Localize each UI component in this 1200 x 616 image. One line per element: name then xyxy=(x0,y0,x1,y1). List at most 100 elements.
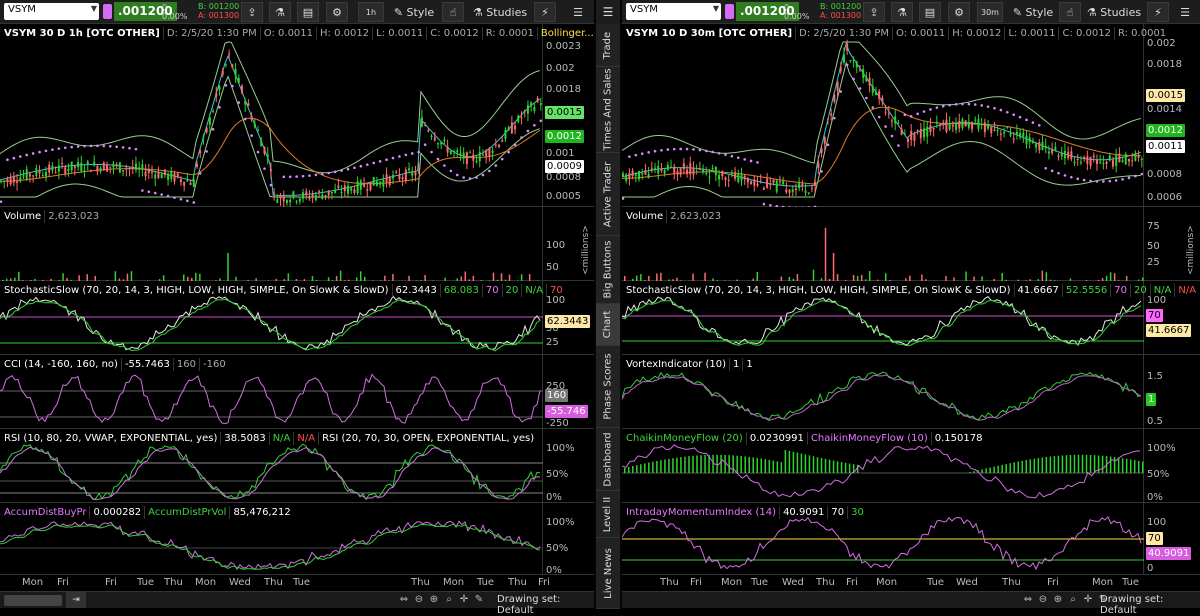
style-button[interactable]: ✎ Style xyxy=(392,2,436,22)
drawing-set-selector[interactable]: Drawing set: Default xyxy=(497,594,594,616)
flask-icon[interactable]: ⚗ xyxy=(891,2,913,22)
time-axis[interactable]: Mon Fri Fri Tue Thu Mon Wed Thu Tue Thu … xyxy=(0,576,543,590)
price-pane[interactable]: VSYM 10 D 30m [OTC OTHER] D: 2/5/20 1:30… xyxy=(622,24,1200,207)
rsi-plot-area[interactable]: RSI (10, 80, 20, VWAP, EXPONENTIAL, yes)… xyxy=(0,429,543,502)
link-color-icon[interactable] xyxy=(725,4,734,19)
timeframe-button[interactable]: 1h xyxy=(358,2,384,22)
volume-pane[interactable]: Volume 2,623,023 100 50 <millions> xyxy=(0,207,594,281)
price-axis[interactable]: 0.0023 0.002 0.0018 0.0015 0.0012 0.001 … xyxy=(543,24,594,207)
crosshair-icon[interactable]: ✛ xyxy=(458,594,470,605)
tabs-menu-icon[interactable]: ☰ xyxy=(596,0,620,24)
tab-big-buttons[interactable]: Big Buttons xyxy=(596,236,620,304)
menu-icon[interactable]: ☰ xyxy=(568,2,588,22)
sar-dot xyxy=(718,152,721,155)
drawing-icon[interactable]: ☝ xyxy=(442,2,464,22)
candle-body xyxy=(1096,160,1098,164)
scroll-end-icon[interactable]: ⇥ xyxy=(66,592,86,608)
tab-chart[interactable]: Chart xyxy=(596,304,620,346)
magnifier-icon[interactable]: ⌕ xyxy=(1067,594,1079,605)
volume-pane[interactable]: Volume 2,623,023 75 50 25 <millions> xyxy=(622,207,1200,281)
zoom-out-icon[interactable]: ⊖ xyxy=(413,594,425,605)
tab-phase-scores[interactable]: Phase Scores xyxy=(596,346,620,428)
stochastic-pane[interactable]: StochasticSlow (70, 20, 14, 3, HIGH, LOW… xyxy=(622,281,1200,355)
cmf-plot-area[interactable]: ChaikinMoneyFlow (20) 0.0230991 ChaikinM… xyxy=(622,429,1144,502)
tab-live-news[interactable]: Live News xyxy=(596,538,620,609)
symbol-selector[interactable]: VSYM▼ xyxy=(4,3,99,20)
wand-icon[interactable]: ⚡ xyxy=(534,2,556,22)
symbol-selector[interactable]: VSYM▼ xyxy=(626,3,721,20)
cmf-bar xyxy=(1070,455,1072,473)
notes-icon[interactable]: ▤ xyxy=(297,2,319,22)
expand-icon[interactable]: ⇔ xyxy=(1022,594,1034,605)
imi-plot-area[interactable]: IntradayMomentumIndex (14) 40.9091 70 30 xyxy=(622,503,1144,574)
drawing-icon[interactable]: ✎ xyxy=(473,594,485,605)
tab-times-and-sales[interactable]: Times And Sales xyxy=(596,67,620,153)
candle-body xyxy=(492,151,494,153)
imi-pane[interactable]: IntradayMomentumIndex (14) 40.9091 70 30… xyxy=(622,503,1200,575)
rsi-pane[interactable]: RSI (10, 80, 20, VWAP, EXPONENTIAL, yes)… xyxy=(0,429,594,503)
zoom-in-icon[interactable]: ⊕ xyxy=(428,594,440,605)
studies-button[interactable]: ⚗ Studies xyxy=(472,2,528,22)
candle-body xyxy=(235,69,237,76)
tab-active-trader[interactable]: Active Trader xyxy=(596,153,620,236)
price-pane[interactable]: VSYM 30 D 1h [OTC OTHER] D: 2/5/20 1:30 … xyxy=(0,24,594,207)
link-color-icon[interactable] xyxy=(103,4,112,19)
notes-icon[interactable]: ▤ xyxy=(919,2,941,22)
cmf-pane[interactable]: ChaikinMoneyFlow (20) 0.0230991 ChaikinM… xyxy=(622,429,1200,503)
cmf-bar xyxy=(1001,465,1003,473)
candle-body xyxy=(132,167,134,169)
studies-label: Studies xyxy=(1100,6,1141,19)
accumdist-pane[interactable]: AccumDistBuyPr 0.000282 AccumDistPrVol 8… xyxy=(0,503,594,575)
drawing-set-selector[interactable]: Drawing set: Default xyxy=(1100,594,1200,616)
expand-icon[interactable]: ⇔ xyxy=(398,594,410,605)
cci-pane[interactable]: CCI (14, -160, 160, no) -55.7463 160 -16… xyxy=(0,355,594,429)
scrollbar[interactable] xyxy=(4,595,62,606)
price-axis[interactable]: 0.002 0.0018 0.0015 0.0014 0.0012 0.0011… xyxy=(1144,24,1200,207)
zoom-in-icon[interactable]: ⊕ xyxy=(1052,594,1064,605)
last-price-tag: 0.0012 xyxy=(545,130,584,143)
candle-body xyxy=(1138,155,1140,157)
candle-body xyxy=(459,153,461,155)
timeframe-button[interactable]: 30m xyxy=(977,2,1003,22)
cci-plot-area[interactable]: CCI (14, -160, 160, no) -55.7463 160 -16… xyxy=(0,355,543,428)
stochastic-pane[interactable]: StochasticSlow (70, 20, 14, 3, HIGH, LOW… xyxy=(0,281,594,355)
wand-icon[interactable]: ⚡ xyxy=(1147,2,1169,22)
vortex-pane[interactable]: VortexIndicator (10) 1 1 1.5 1 0.5 xyxy=(622,355,1200,429)
candle-body xyxy=(942,122,944,123)
sar-dot xyxy=(443,164,446,167)
stochastic-plot-area[interactable]: StochasticSlow (70, 20, 14, 3, HIGH, LOW… xyxy=(622,281,1144,354)
volume-bar xyxy=(115,271,117,281)
tab-dashboard[interactable]: Dashboard xyxy=(596,428,620,491)
vortex-plot-area[interactable]: VortexIndicator (10) 1 1 xyxy=(622,355,1144,428)
price-plot-area[interactable]: VSYM 30 D 1h [OTC OTHER] D: 2/5/20 1:30 … xyxy=(0,24,543,206)
candle-body xyxy=(792,189,794,192)
gear-icon[interactable]: ⚙ xyxy=(326,2,348,22)
share-icon[interactable]: ⇪ xyxy=(863,2,885,22)
study-label[interactable]: Bollinger... xyxy=(537,27,597,40)
tab-trade[interactable]: Trade xyxy=(596,24,620,67)
share-icon[interactable]: ⇪ xyxy=(241,2,263,22)
menu-icon[interactable]: ☰ xyxy=(1175,2,1195,22)
tab-level-ii[interactable]: Level II xyxy=(596,491,620,538)
axis-tick: 100% xyxy=(1147,443,1176,454)
stochastic-d: 52.5556 xyxy=(1062,284,1110,297)
gear-icon[interactable]: ⚙ xyxy=(948,2,970,22)
style-button[interactable]: ✎ Style xyxy=(1011,2,1055,22)
time-axis[interactable]: Thu Fri Mon Tue Wed Thu Fri Mon Tue Wed … xyxy=(622,576,1144,590)
volume-plot-area[interactable]: Volume 2,623,023 xyxy=(0,207,543,280)
studies-button[interactable]: ⚗ Studies xyxy=(1086,2,1142,22)
drawing-icon[interactable]: ☝ xyxy=(1059,2,1081,22)
accumdist-plot-area[interactable]: AccumDistBuyPr 0.000282 AccumDistPrVol 8… xyxy=(0,503,543,574)
flask-icon[interactable]: ⚗ xyxy=(269,2,291,22)
candle-body xyxy=(1118,154,1120,162)
magnifier-icon[interactable]: ⌕ xyxy=(443,594,455,605)
candle-body xyxy=(363,184,365,187)
candle-body xyxy=(683,163,685,169)
price-plot-area[interactable]: VSYM 10 D 30m [OTC OTHER] D: 2/5/20 1:30… xyxy=(622,24,1144,206)
volume-plot-area[interactable]: Volume 2,623,023 xyxy=(622,207,1144,280)
zoom-out-icon[interactable]: ⊖ xyxy=(1037,594,1049,605)
stochastic-plot-area[interactable]: StochasticSlow (70, 20, 14, 3, HIGH, LOW… xyxy=(0,281,543,354)
candle-body xyxy=(16,181,18,183)
sar-dot xyxy=(667,148,670,151)
crosshair-icon[interactable]: ✛ xyxy=(1082,594,1094,605)
